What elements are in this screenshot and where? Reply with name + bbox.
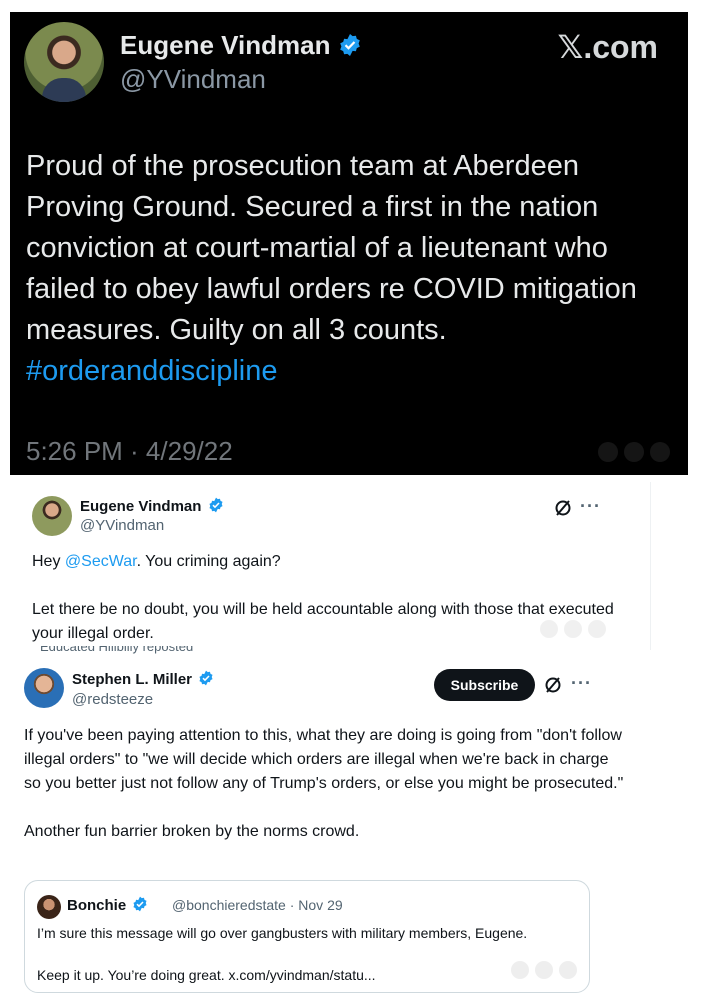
- text-suffix: . You criming again?: [136, 553, 281, 570]
- author-handle-and-date: @bonchieredstate · Nov 29: [172, 897, 343, 913]
- tweet-text: Proud of the prosecution team at Aberdee…: [26, 146, 676, 392]
- main-tweet-card: Eugene Vindman @YVindman 𝕏.com Proud of …: [10, 12, 688, 475]
- grok-icon[interactable]: [543, 675, 563, 695]
- author-handle[interactable]: @YVindman: [120, 64, 266, 95]
- verified-badge-icon: [199, 670, 213, 686]
- faint-action-icons: [534, 620, 606, 643]
- verified-badge-icon: [340, 34, 361, 56]
- avatar[interactable]: [32, 496, 72, 536]
- reply-tweet: Eugene Vindman @YVindman ··· Hey @SecWar…: [12, 482, 651, 650]
- author-name[interactable]: Eugene Vindman: [80, 498, 201, 515]
- faint-action-icons: [505, 961, 577, 984]
- verified-badge-icon: [209, 497, 223, 513]
- author-handle[interactable]: @redsteeze: [72, 691, 153, 708]
- tweet-body: Proud of the prosecution team at Aberdee…: [26, 150, 637, 346]
- author-handle[interactable]: @YVindman: [80, 517, 164, 534]
- quoted-tweet[interactable]: Bonchie @bonchieredstate · Nov 29 I’m su…: [24, 880, 590, 993]
- hashtag-link[interactable]: #orderanddiscipline: [26, 351, 676, 392]
- avatar[interactable]: [24, 668, 64, 708]
- faint-action-icons: [592, 442, 676, 462]
- more-options-button[interactable]: ···: [571, 673, 592, 694]
- repost-indicator: Educated Hillbilly reposted: [40, 646, 194, 654]
- tweet-text: If you've been paying attention to this,…: [24, 727, 624, 840]
- subscribe-button[interactable]: Subscribe: [434, 669, 535, 701]
- more-options-button[interactable]: ···: [580, 496, 601, 517]
- text-prefix: Hey: [32, 553, 65, 570]
- verified-badge-icon: [133, 896, 147, 912]
- author-name[interactable]: Stephen L. Miller: [72, 671, 192, 688]
- mention-link[interactable]: @SecWar: [65, 553, 137, 570]
- quoted-text: I’m sure this message will go over gangb…: [37, 925, 528, 983]
- miller-tweet: Educated Hillbilly reposted Stephen L. M…: [0, 646, 702, 998]
- grok-icon[interactable]: [553, 498, 573, 518]
- avatar: [37, 895, 61, 919]
- author-name: Bonchie: [67, 897, 127, 914]
- tweet-timestamp[interactable]: 5:26 PM · 4/29/22: [26, 436, 233, 467]
- author-name[interactable]: Eugene Vindman: [120, 30, 330, 60]
- x-logo: 𝕏.com: [557, 29, 658, 65]
- avatar[interactable]: [24, 22, 104, 102]
